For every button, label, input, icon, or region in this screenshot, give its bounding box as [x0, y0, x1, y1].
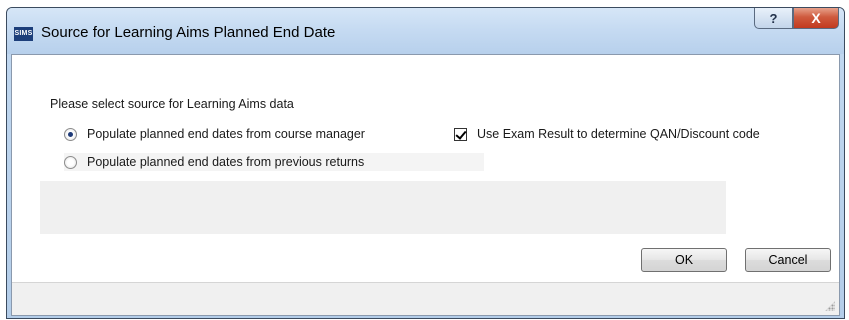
- radio-selected-icon[interactable]: [64, 127, 77, 141]
- radio-unselected-icon[interactable]: [64, 155, 77, 169]
- radio-option-previous-returns[interactable]: Populate planned end dates from previous…: [64, 153, 484, 171]
- radio-option-label: Populate planned end dates from previous…: [87, 155, 365, 169]
- content-panel: Please select source for Learning Aims d…: [12, 55, 839, 282]
- close-button[interactable]: X: [793, 8, 839, 29]
- window-title: Source for Learning Aims Planned End Dat…: [41, 24, 336, 41]
- checkmark-icon[interactable]: [454, 127, 467, 141]
- use-exam-result-checkbox[interactable]: Use Exam Result to determine QAN/Discoun…: [454, 125, 760, 143]
- radio-option-label: Populate planned end dates from course m…: [87, 127, 365, 141]
- cancel-button[interactable]: Cancel: [745, 248, 831, 272]
- dialog-window: SIMS Source for Learning Aims Planned En…: [6, 7, 845, 319]
- title-bar[interactable]: SIMS Source for Learning Aims Planned En…: [7, 8, 844, 54]
- sims-app-icon: SIMS: [14, 27, 33, 41]
- dialog-client-area: Please select source for Learning Aims d…: [11, 54, 840, 316]
- radio-option-course-manager[interactable]: Populate planned end dates from course m…: [64, 125, 365, 143]
- ok-button[interactable]: OK: [641, 248, 727, 272]
- source-group-label: Please select source for Learning Aims d…: [50, 97, 294, 111]
- empty-panel: [40, 181, 726, 234]
- checkbox-label: Use Exam Result to determine QAN/Discoun…: [477, 127, 760, 141]
- help-button[interactable]: ?: [754, 8, 793, 29]
- status-bar: [12, 282, 839, 315]
- resize-grip-icon[interactable]: [825, 301, 835, 311]
